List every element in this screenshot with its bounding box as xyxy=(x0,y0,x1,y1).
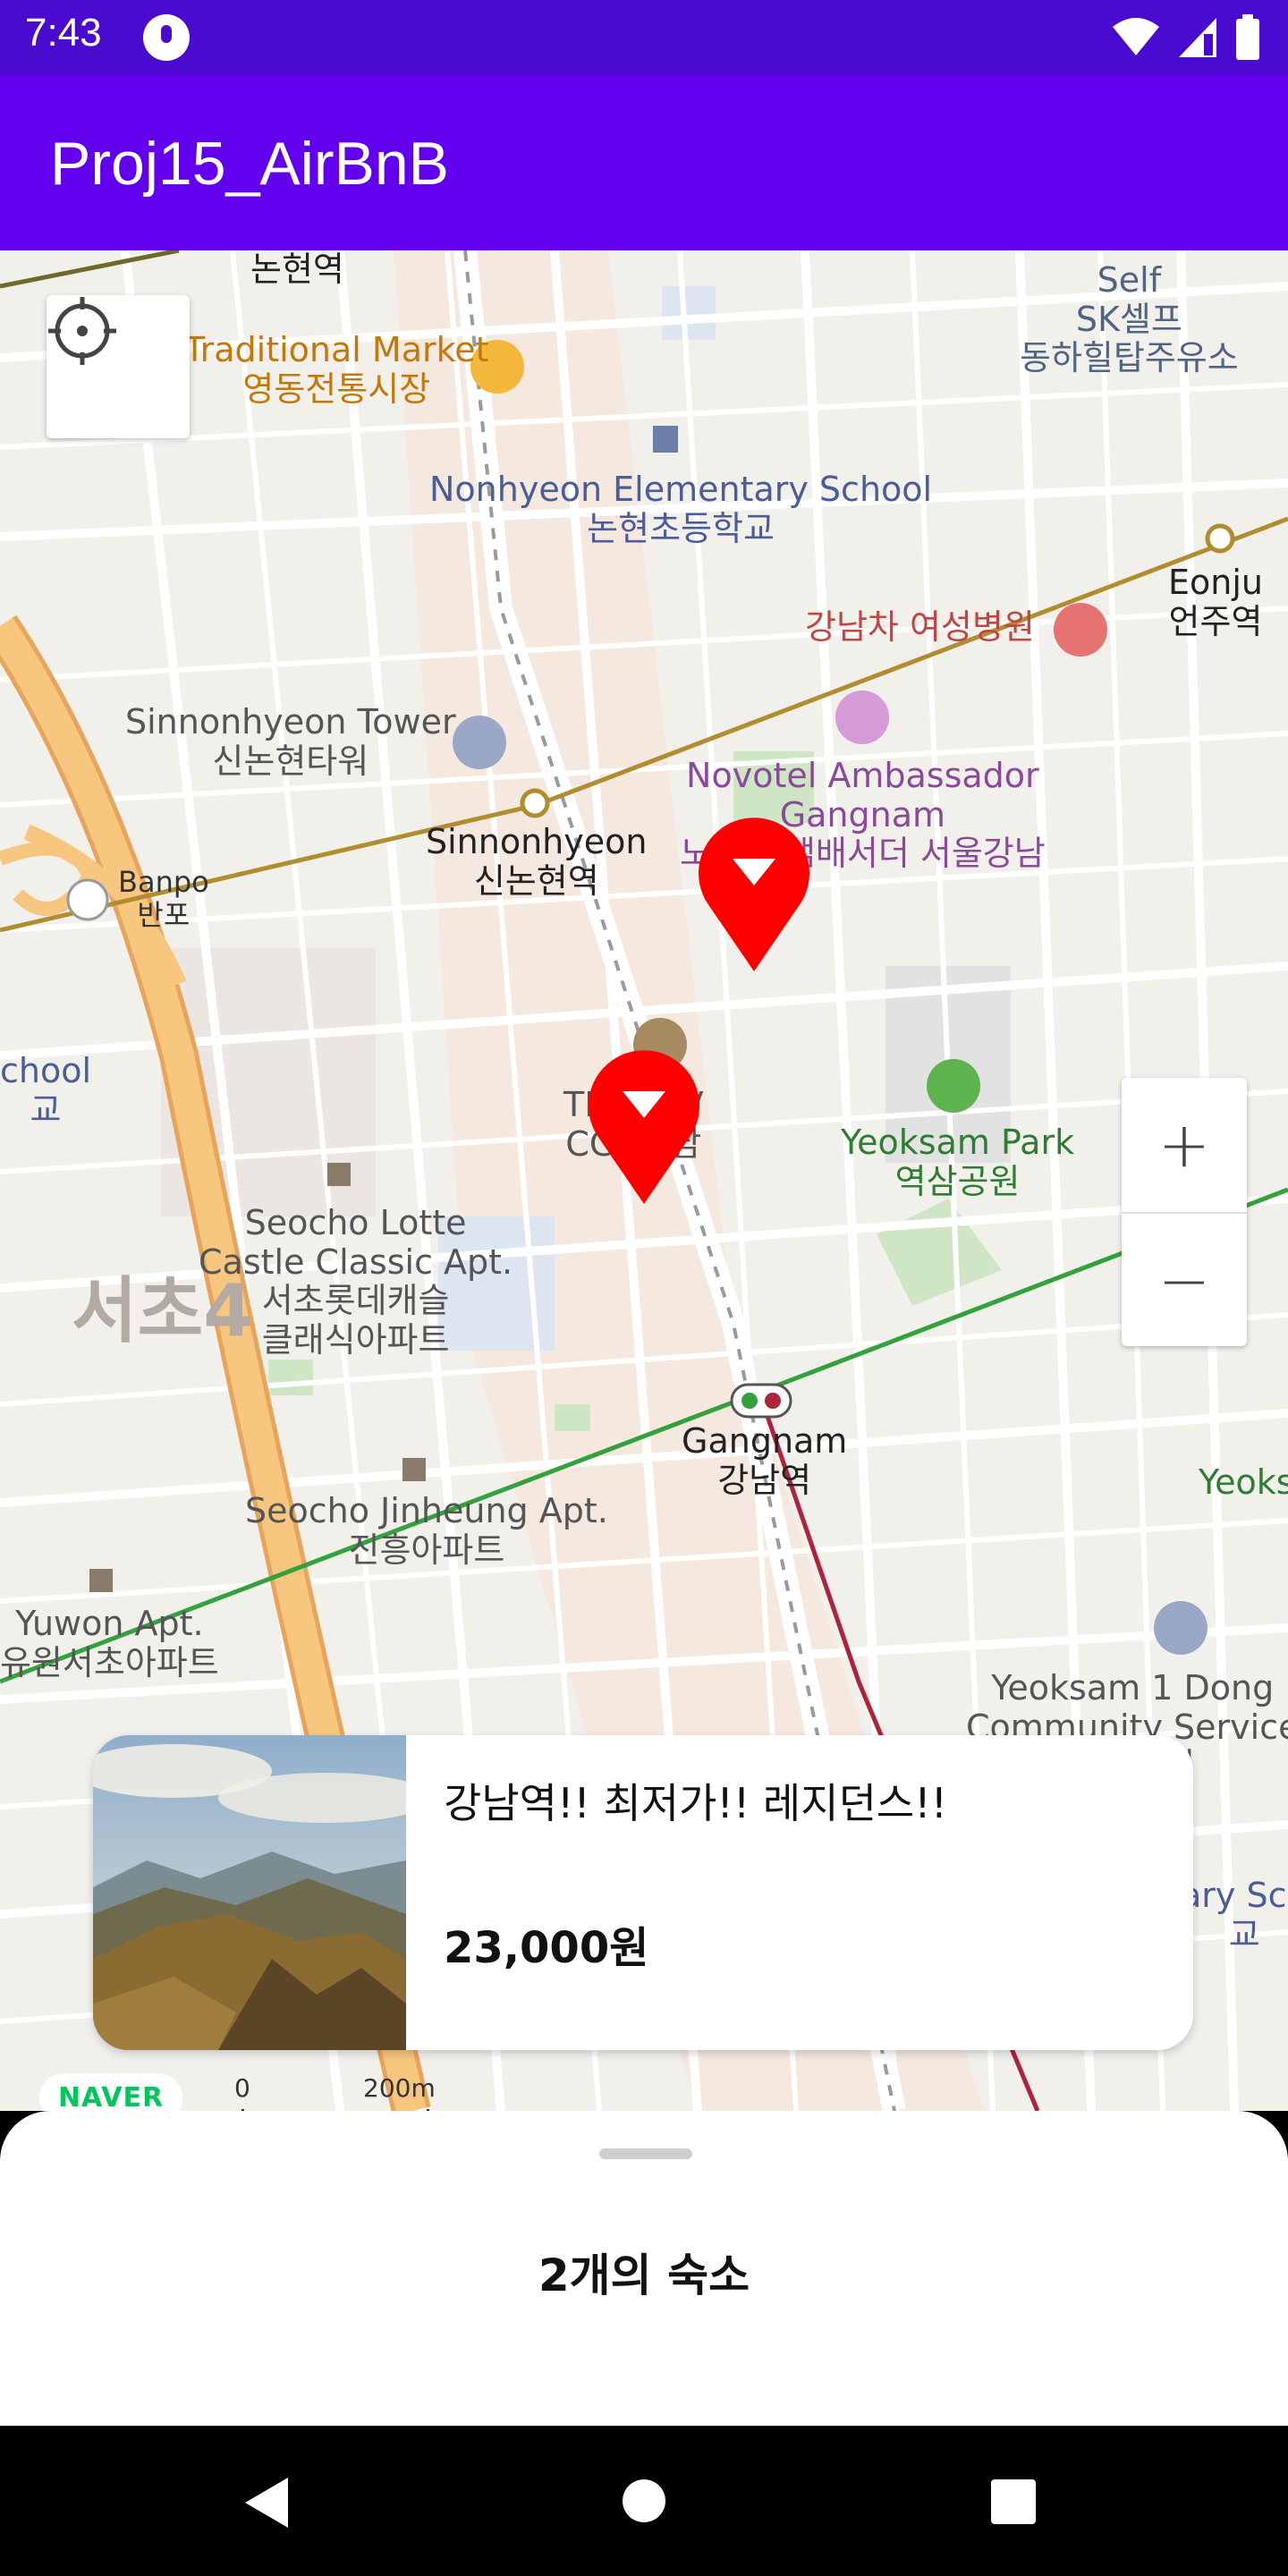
crosshair-icon xyxy=(48,297,116,365)
bottom-sheet[interactable]: 2개의 숙소 xyxy=(0,2111,1288,2426)
map-label: Sinnonhyeon Tower 신논현타워 xyxy=(125,702,456,781)
wifi-icon xyxy=(1113,18,1159,55)
recents-icon[interactable] xyxy=(991,2479,1036,2524)
listing-card[interactable]: 강남역!! 최저가!! 레지던스!! 23,000원 xyxy=(93,1735,1193,2050)
app-notification-icon xyxy=(143,14,190,61)
map-label: ary Sch 교 xyxy=(1181,1876,1288,1954)
map-label: 강남차 여성병원 xyxy=(805,607,1035,647)
map-label: Traditional Market 영동전통시장 xyxy=(184,330,489,409)
map-label: Yeoks xyxy=(1199,1462,1288,1502)
map-label: Gangnam 강남역 xyxy=(682,1421,848,1500)
status-time: 7:43 xyxy=(25,11,102,55)
sheet-drag-handle[interactable] xyxy=(599,2148,692,2159)
zoom-control: + − xyxy=(1122,1078,1247,1346)
zoom-in-button[interactable]: + xyxy=(1122,1078,1247,1212)
mountain-landscape-image xyxy=(93,1735,406,2050)
app-bar: Proj15_AirBnB xyxy=(0,73,1288,250)
map-pin-icon xyxy=(699,818,809,971)
system-nav-bar xyxy=(0,2426,1288,2576)
map-label: Seocho Jinheung Apt. 진흥아파트 xyxy=(245,1491,608,1570)
map-label: 논현역 xyxy=(250,250,344,289)
map-label: Sinnonhyeon 신논현역 xyxy=(426,822,648,901)
status-bar: 7:43 xyxy=(0,0,1288,73)
my-location-button[interactable] xyxy=(47,295,190,438)
scale-zero-label: 0 xyxy=(234,2073,250,2103)
map-label: Yeoksam Park 역삼공원 xyxy=(841,1123,1075,1201)
map-label: Banpo 반포 xyxy=(118,865,209,932)
zoom-out-button[interactable]: − xyxy=(1122,1214,1247,1348)
map-marker[interactable] xyxy=(691,814,817,975)
listing-price: 23,000원 xyxy=(444,1923,649,1973)
map-marker[interactable] xyxy=(581,1046,707,1208)
naver-logo: NAVER xyxy=(39,2073,182,2111)
back-icon[interactable] xyxy=(242,2476,292,2529)
map-label: 서초4 xyxy=(72,1269,253,1352)
listing-image xyxy=(93,1735,406,2050)
map-label: Eonju 언주역 xyxy=(1168,563,1263,641)
app-title: Proj15_AirBnB xyxy=(50,130,450,198)
battery-icon xyxy=(1236,14,1259,60)
sheet-title: 2개의 숙소 xyxy=(538,2250,750,2301)
signal-icon xyxy=(1179,18,1216,57)
scale-distance-label: 200m xyxy=(363,2073,436,2103)
map-pin-icon xyxy=(589,1050,699,1204)
listing-title: 강남역!! 최저가!! 레지던스!! xyxy=(444,1779,948,1827)
map-label: chool 교 xyxy=(0,1051,92,1130)
map-label: Nonhyeon Elementary School 논현초등학교 xyxy=(429,470,933,548)
map-label: Yuwon Apt. 유원서초아파트 xyxy=(0,1604,219,1682)
status-icons xyxy=(1111,14,1261,61)
map-label: Self SK셀프 동하힐탑주유소 xyxy=(1020,260,1239,378)
home-icon[interactable] xyxy=(623,2479,665,2522)
